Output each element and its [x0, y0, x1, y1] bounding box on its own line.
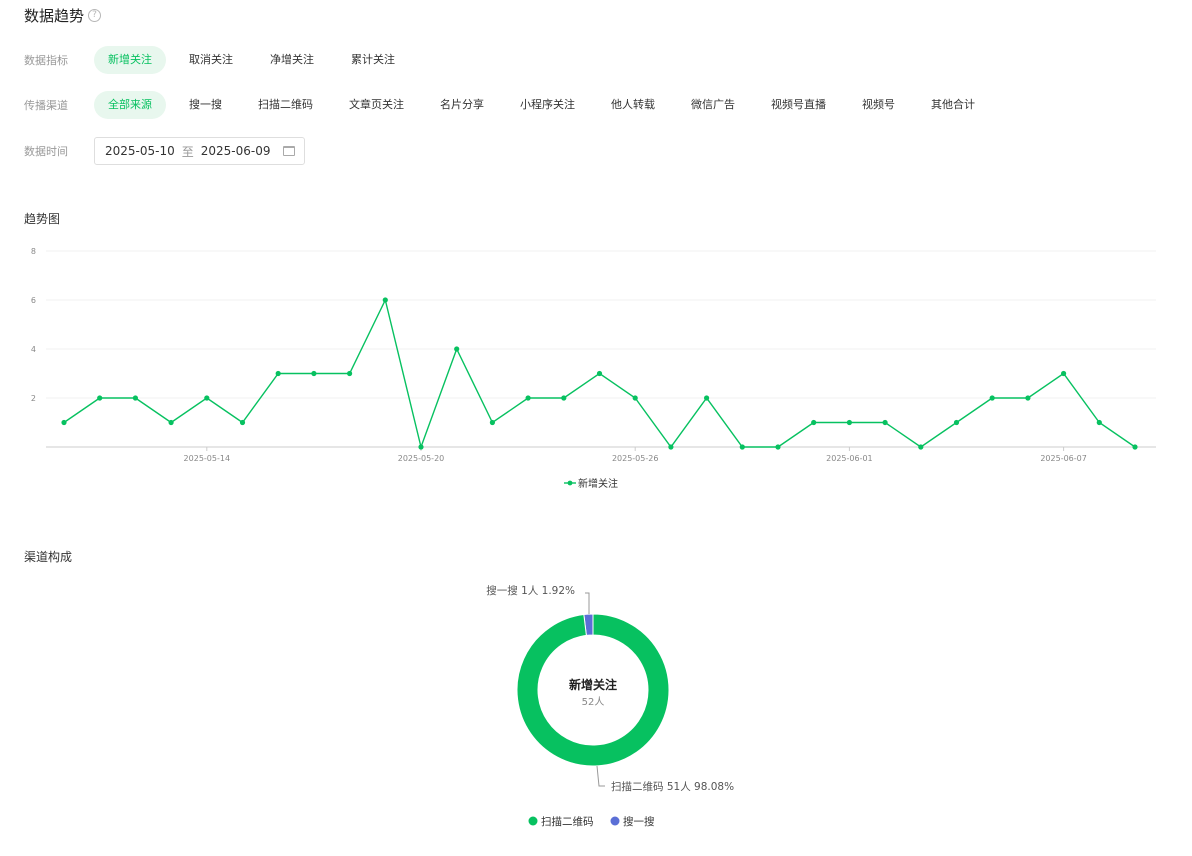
data-point [989, 395, 995, 401]
data-point [811, 419, 817, 426]
data-point [596, 370, 603, 377]
legend-marker [528, 816, 538, 826]
data-point [668, 444, 674, 450]
metric-chip-unfollow[interactable]: 取消关注 [189, 46, 233, 74]
composition-section-title: 渠道构成 [24, 550, 73, 564]
slice-label: 搜一搜 1人 1.92% [486, 584, 575, 597]
data-point [489, 419, 495, 426]
data-point [275, 370, 281, 377]
data-point [739, 444, 745, 450]
channel-chip-search[interactable]: 搜一搜 [189, 91, 222, 119]
donut-center-title: 新增关注 [569, 677, 617, 692]
data-point [846, 419, 853, 426]
data-point [953, 419, 960, 426]
date-range-picker[interactable]: 2025-05-10 至 2025-06-09 [94, 137, 305, 165]
x-tick-label: 2025-05-20 [398, 454, 445, 463]
data-point [168, 419, 174, 426]
x-tick-label: 2025-06-01 [826, 454, 873, 463]
legend-label: 搜一搜 [623, 815, 655, 828]
y-tick-label: 6 [31, 296, 36, 305]
trend-section-title: 趋势图 [24, 212, 61, 226]
channel-chip-article[interactable]: 文章页关注 [349, 91, 404, 119]
label-leader-line [585, 592, 590, 614]
channel-chip-miniprogram[interactable]: 小程序关注 [520, 91, 575, 119]
metric-chip-total-follow[interactable]: 累计关注 [351, 46, 395, 74]
channel-chip-channels[interactable]: 视频号 [862, 91, 895, 119]
channel-chip-qrcode[interactable]: 扫描二维码 [258, 91, 313, 119]
date-start[interactable]: 2025-05-10 [105, 144, 175, 158]
help-icon[interactable]: ? [88, 9, 102, 22]
date-filter-label: 数据时间 [24, 145, 68, 158]
channel-chip-repost[interactable]: 他人转载 [611, 91, 655, 119]
date-end[interactable]: 2025-06-09 [201, 144, 271, 158]
legend-marker [610, 816, 620, 826]
y-tick-label: 4 [31, 345, 36, 354]
date-filter-row: 数据时间 2025-05-10 至 2025-06-09 [24, 137, 305, 165]
data-point [61, 419, 67, 426]
data-point [882, 419, 888, 426]
channel-filter-label: 传播渠道 [24, 99, 68, 112]
metric-chip-net-follow[interactable]: 净增关注 [270, 46, 314, 74]
page-title-text: 数据趋势 [24, 7, 85, 25]
data-point [239, 419, 246, 426]
metric-filter-row: 数据指标 新增关注 取消关注 净增关注 累计关注 [24, 46, 395, 74]
data-point [97, 395, 103, 401]
data-point [1025, 395, 1031, 401]
channel-chip-card-share[interactable]: 名片分享 [440, 91, 484, 119]
x-tick-label: 2025-05-14 [184, 454, 231, 463]
data-point [1061, 370, 1067, 377]
data-point [704, 395, 710, 401]
donut-center-value: 52人 [582, 696, 605, 708]
data-point [418, 444, 424, 450]
legend-dot-marker [567, 480, 573, 486]
x-tick-label: 2025-05-26 [612, 454, 659, 463]
data-point [775, 444, 781, 450]
data-point [1132, 444, 1138, 450]
legend-label: 扫描二维码 [541, 815, 594, 828]
channel-filter-row: 传播渠道 全部来源 搜一搜 扫描二维码 文章页关注 名片分享 小程序关注 他人转… [24, 91, 975, 119]
slice-label: 扫描二维码 51人 98.08% [611, 780, 734, 793]
calendar-icon[interactable] [282, 146, 295, 156]
x-tick-label: 2025-06-07 [1040, 454, 1087, 463]
channel-chip-other[interactable]: 其他合计 [931, 91, 975, 119]
data-point [204, 395, 210, 401]
y-tick-label: 8 [31, 247, 36, 256]
trend-line-chart: 2 4 6 8 2025-05-14 2025-05-20 2025-05-26 2025-0… [31, 247, 1156, 490]
channel-chip-channels-live[interactable]: 视频号直播 [771, 91, 826, 119]
data-point [525, 395, 531, 401]
page-title: 数据趋势 ? [24, 5, 102, 26]
channel-chip-all[interactable]: 全部来源 [94, 91, 166, 119]
metric-filter-label: 数据指标 [24, 54, 68, 67]
data-point [382, 297, 388, 303]
channel-donut-chart: 新增关注 52人 搜一搜 1人 1.92% 扫描二维码 51人 98.08% 扫描二维码… [486, 584, 734, 828]
metric-chip-new-follow[interactable]: 新增关注 [94, 46, 166, 74]
legend-label: 新增关注 [578, 477, 618, 490]
date-separator: 至 [181, 144, 194, 159]
channel-chip-wechat-ad[interactable]: 微信广告 [691, 91, 735, 119]
label-leader-line [596, 765, 605, 787]
data-point [132, 395, 138, 401]
y-tick-label: 2 [31, 394, 36, 403]
data-point [454, 346, 460, 352]
data-point [347, 370, 353, 377]
data-point [561, 395, 567, 401]
data-point [1096, 419, 1102, 426]
data-point [311, 370, 317, 377]
data-point [632, 395, 638, 401]
data-point [918, 444, 924, 450]
